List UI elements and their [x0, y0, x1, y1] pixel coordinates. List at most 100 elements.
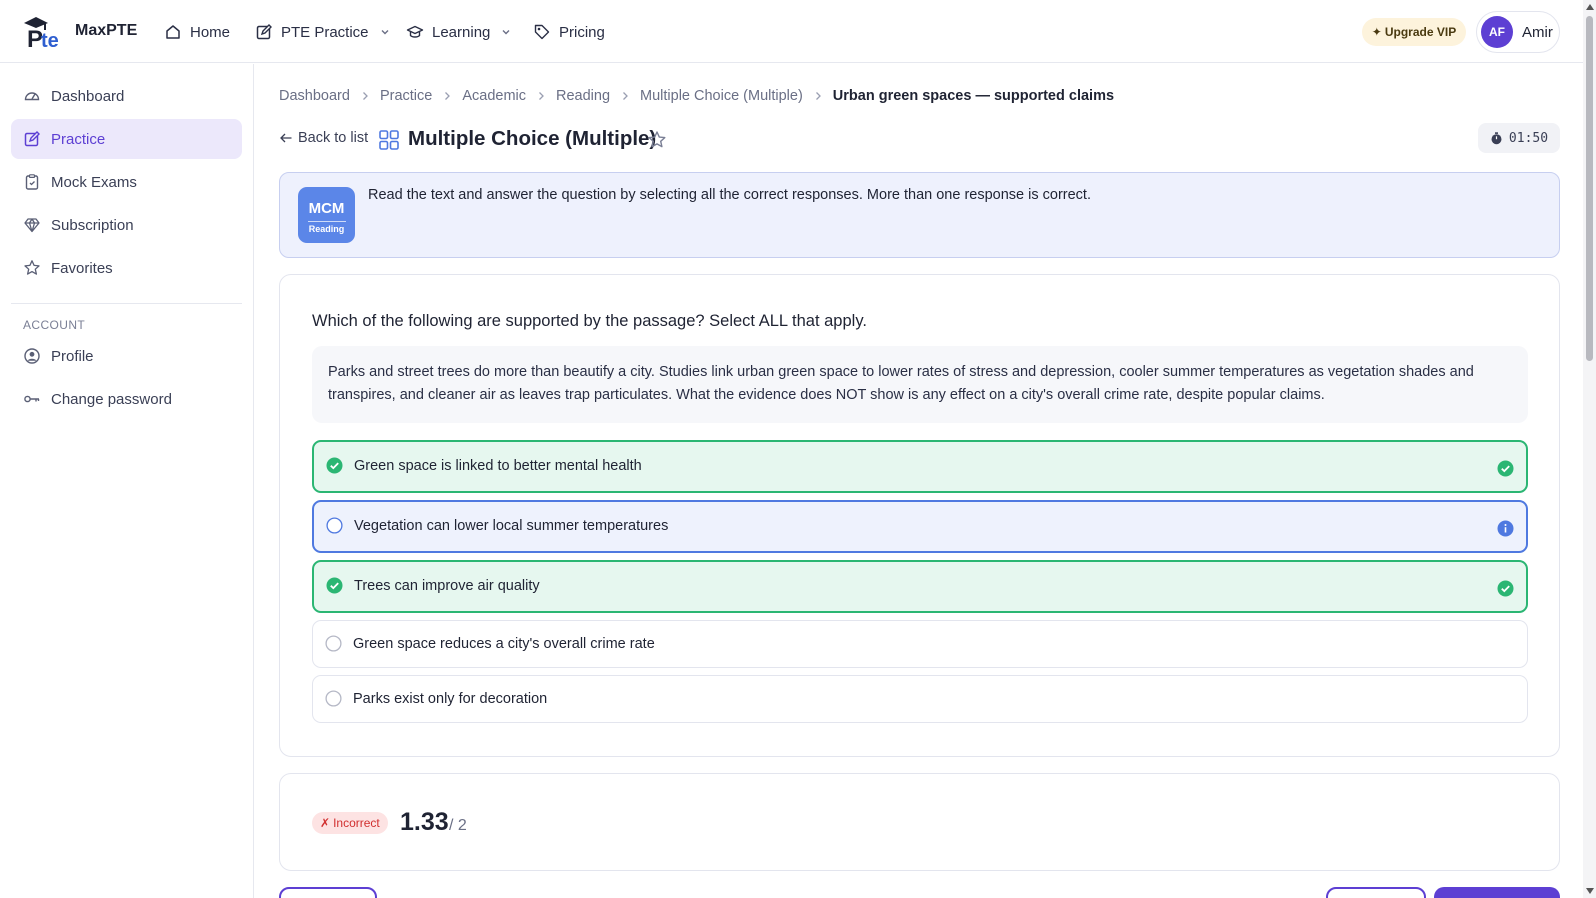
sidebar-item-label: Practice — [51, 130, 106, 148]
breadcrumb-current: Urban green spaces — supported claims — [832, 88, 1115, 104]
chevron-right-icon — [445, 92, 451, 100]
chevron-down-icon — [381, 30, 389, 35]
sidebar-item-change-password[interactable]: Change password — [11, 379, 242, 419]
sidebar-item-dashboard[interactable]: Dashboard — [11, 76, 242, 116]
score-card: ✗ Incorrect 1.33 / 2 — [279, 773, 1560, 871]
page-title: Multiple Choice (Multiple) — [408, 127, 657, 150]
arrow-left-icon — [280, 133, 292, 143]
scroll-up-arrow-icon[interactable] — [1586, 4, 1594, 10]
grid-icon — [379, 130, 399, 150]
nav-home-label: Home — [190, 23, 231, 41]
scroll-down-arrow-icon[interactable] — [1586, 888, 1594, 894]
answer-option-label: Green space is linked to better mental h… — [354, 458, 642, 474]
sidebar-item-label: Change password — [51, 390, 172, 408]
timer: 01:50 — [1478, 123, 1560, 153]
sidebar-item-label: Favorites — [51, 259, 113, 277]
question-type-badge: MCM Reading — [298, 187, 355, 243]
user-circle-icon — [24, 348, 40, 364]
graduation-cap-icon — [406, 25, 424, 38]
page-scrollbar[interactable] — [1583, 0, 1596, 898]
badge-divider — [307, 221, 346, 222]
answer-option-label: Vegetation can lower local summer temper… — [354, 518, 669, 534]
answer-option[interactable]: Parks exist only for decoration — [312, 675, 1528, 723]
avatar: AF — [1481, 16, 1513, 48]
correct-check-icon — [1497, 460, 1514, 477]
sidebar-item-label: Mock Exams — [51, 173, 137, 191]
nav-pte-practice[interactable]: PTE Practice — [255, 21, 391, 43]
stopwatch-icon — [1491, 131, 1502, 144]
sidebar-item-label: Profile — [51, 347, 94, 365]
radio-empty-icon — [325, 635, 342, 652]
sidebar: Dashboard Practice Mock Exams Subscripti… — [0, 64, 254, 898]
badge-section: Reading — [308, 224, 345, 234]
answer-option-label: Green space reduces a city's overall cri… — [353, 636, 655, 652]
timer-value: 01:50 — [1508, 130, 1549, 146]
answer-option-label: Trees can improve air quality — [354, 578, 540, 594]
upgrade-vip-button[interactable]: ✦ Upgrade VIP — [1362, 18, 1466, 46]
nav-learning-label: Learning — [432, 23, 491, 41]
edit-icon — [24, 131, 40, 147]
breadcrumb-item[interactable]: Multiple Choice (Multiple) — [640, 88, 803, 104]
clipboard-icon — [25, 174, 39, 190]
sidebar-item-subscription[interactable]: Subscription — [11, 205, 242, 245]
status-badge-label: Incorrect — [333, 816, 380, 830]
info-icon — [1497, 520, 1514, 537]
favorite-star-icon[interactable] — [647, 130, 667, 150]
sidebar-divider — [11, 303, 242, 304]
answer-option[interactable]: Green space is linked to better mental h… — [312, 440, 1528, 493]
user-menu[interactable]: AF Amir — [1476, 11, 1560, 53]
instruction-box: MCM Reading Read the text and answer the… — [279, 172, 1560, 258]
nav-pricing[interactable]: Pricing — [533, 21, 605, 43]
chevron-right-icon — [539, 92, 544, 100]
answer-option[interactable]: Green space reduces a city's overall cri… — [312, 620, 1528, 668]
diamond-icon — [24, 218, 40, 233]
star-icon — [24, 260, 40, 275]
nav-pte-practice-label: PTE Practice — [281, 23, 369, 41]
chevron-right-icon — [815, 92, 821, 100]
score-total: / 2 — [449, 817, 467, 834]
badge-type: MCM — [308, 200, 345, 217]
reading-passage: Parks and street trees do more than beau… — [312, 346, 1528, 423]
question-prompt: Which of the following are supported by … — [312, 312, 867, 330]
sidebar-section-account: ACCOUNT — [23, 318, 86, 332]
edit-icon — [256, 24, 272, 40]
radio-empty-icon — [325, 690, 342, 707]
pte-logo-icon[interactable]: P te — [22, 14, 68, 50]
top-navbar: P te MaxPTE Home PTE Practice Learning P… — [0, 0, 1583, 63]
breadcrumb-item[interactable]: Academic — [462, 88, 526, 104]
scroll-thumb[interactable] — [1586, 16, 1593, 361]
score-value: 1.33 — [400, 808, 449, 836]
sidebar-item-profile[interactable]: Profile — [11, 336, 242, 376]
sidebar-item-practice[interactable]: Practice — [11, 119, 242, 159]
breadcrumb-item[interactable]: Practice — [380, 88, 432, 104]
brand-name[interactable]: MaxPTE — [75, 22, 137, 40]
instruction-text: Read the text and answer the question by… — [368, 187, 1091, 203]
nav-learning[interactable]: Learning — [406, 21, 512, 43]
key-icon — [24, 395, 40, 403]
sidebar-item-label: Dashboard — [51, 87, 125, 105]
sidebar-item-label: Subscription — [51, 216, 134, 234]
back-to-list-link[interactable]: Back to list — [279, 130, 368, 146]
breadcrumb: Dashboard Practice Academic Reading Mult… — [279, 88, 1114, 104]
breadcrumb-item[interactable]: Reading — [556, 88, 610, 104]
back-to-list-label: Back to list — [298, 130, 369, 146]
chevron-down-icon — [502, 30, 510, 35]
answer-option[interactable]: Trees can improve air quality — [312, 560, 1528, 613]
answer-option-label: Parks exist only for decoration — [353, 691, 548, 707]
status-badge: ✗ Incorrect — [312, 812, 388, 834]
next-button[interactable] — [1434, 887, 1560, 898]
home-icon — [166, 25, 180, 39]
upgrade-vip-label: Upgrade VIP — [1384, 25, 1457, 39]
sidebar-item-mock-exams[interactable]: Mock Exams — [11, 162, 242, 202]
radio-empty-icon — [326, 517, 343, 534]
previous-button[interactable] — [279, 887, 377, 898]
question-card: Which of the following are supported by … — [279, 274, 1560, 757]
breadcrumb-item[interactable]: Dashboard — [279, 88, 350, 104]
tag-icon — [534, 24, 550, 40]
correct-check-icon — [1497, 580, 1514, 597]
redo-button[interactable] — [1326, 887, 1426, 898]
answer-option[interactable]: Vegetation can lower local summer temper… — [312, 500, 1528, 553]
nav-home[interactable]: Home — [164, 21, 230, 43]
nav-pricing-label: Pricing — [559, 23, 605, 41]
sidebar-item-favorites[interactable]: Favorites — [11, 248, 242, 288]
